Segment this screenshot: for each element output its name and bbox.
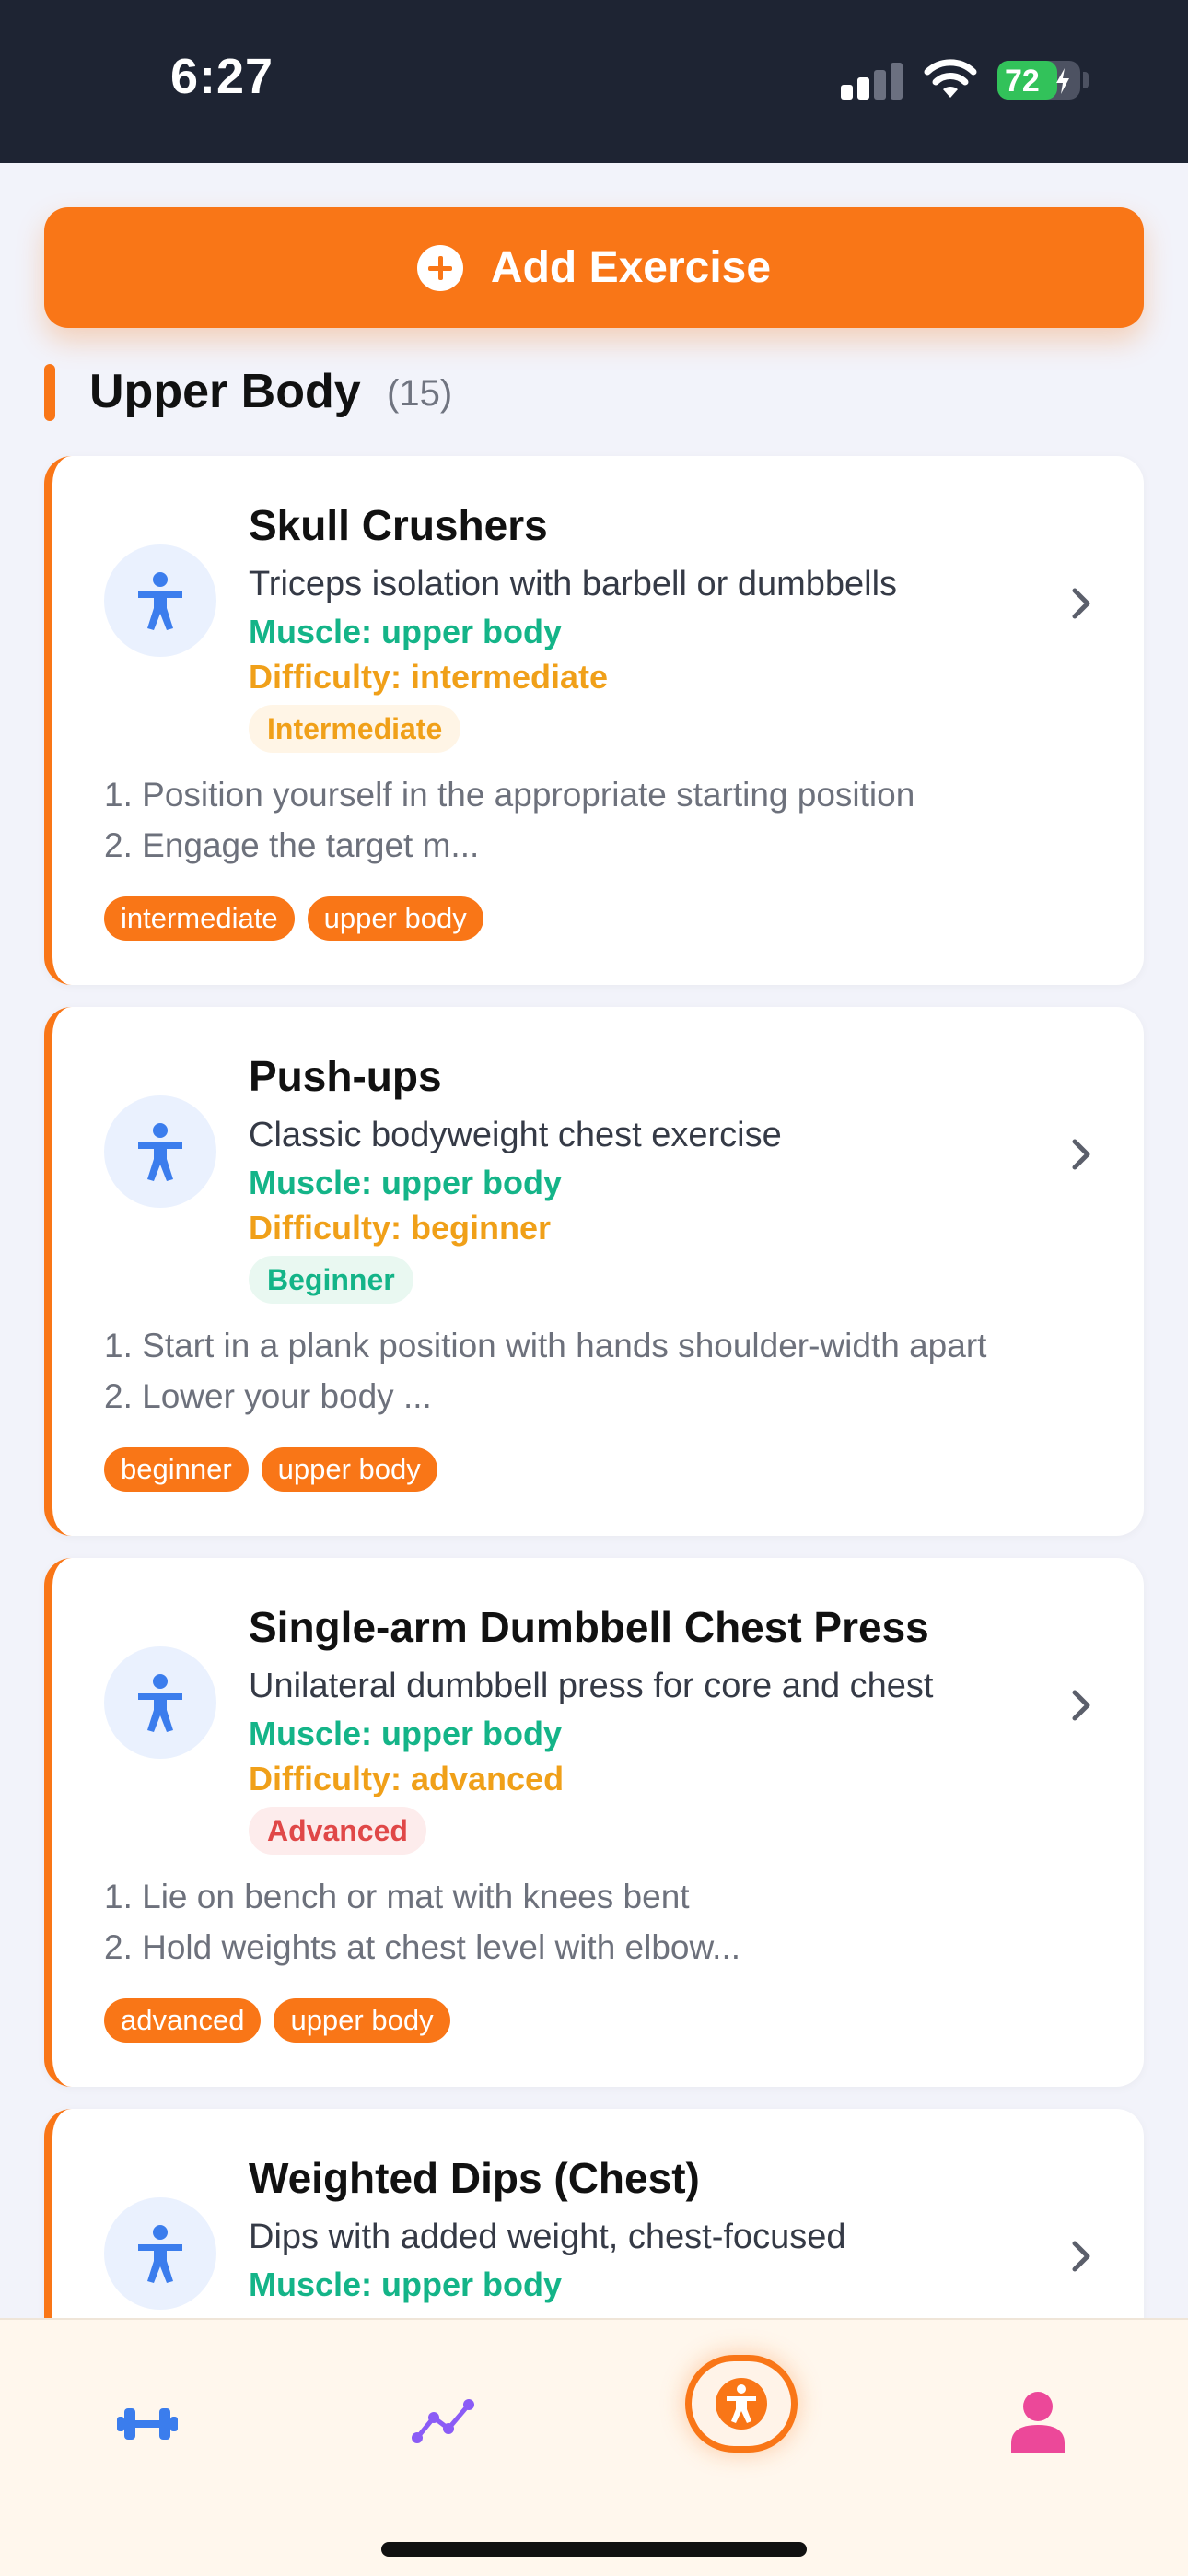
charging-bolt-icon (1056, 68, 1069, 94)
tag-chip[interactable]: intermediate (104, 896, 295, 941)
exercise-card[interactable]: Skull Crushers Triceps isolation with bar… (44, 456, 1144, 985)
battery-percent: 72 (1005, 64, 1040, 99)
tag-chip[interactable]: upper body (307, 896, 483, 941)
exercise-muscle: Muscle: upper body (249, 1715, 563, 1752)
battery-icon: 72 (997, 61, 1080, 100)
exercise-step: 1. Position yourself in the appropriate … (104, 776, 915, 814)
exercise-steps: 1. Position yourself in the appropriate … (104, 769, 1126, 871)
chevron-right-icon[interactable] (1067, 1687, 1095, 1724)
accessibility-person-icon (716, 2378, 767, 2430)
chevron-right-icon[interactable] (1067, 1136, 1095, 1173)
cellular-signal-icon (841, 63, 905, 100)
exercise-steps: 1. Start in a plank position with hands … (104, 1320, 1126, 1422)
exercise-muscle: Muscle: upper body (249, 1164, 563, 1201)
bottom-nav (0, 2318, 1188, 2576)
plus-circle-icon (416, 244, 463, 291)
dumbbell-icon[interactable] (115, 2401, 180, 2447)
add-exercise-label: Add Exercise (490, 243, 772, 292)
exercise-step: 2. Lower your body ... (104, 1377, 432, 1415)
exercise-person-icon (104, 544, 216, 657)
exercise-difficulty: Difficulty: advanced (249, 1760, 565, 1797)
exercise-description: Unilateral dumbbell press for core and c… (249, 1667, 934, 1705)
profile-icon[interactable] (1009, 2390, 1066, 2453)
exercise-title: Weighted Dips (Chest) (249, 2154, 700, 2202)
exercise-person-icon (104, 2197, 216, 2310)
exercise-description: Triceps isolation with barbell or dumbbe… (249, 565, 898, 603)
difficulty-badge: Beginner (249, 1256, 413, 1304)
exercise-person-icon (104, 1646, 216, 1759)
exercise-step: 2. Hold weights at chest level with elbo… (104, 1928, 741, 1966)
exercise-difficulty: Difficulty: beginner (249, 1209, 552, 1247)
exercise-step: 1. Lie on bench or mat with knees bent (104, 1878, 690, 1915)
difficulty-badge: Intermediate (249, 705, 461, 753)
exercise-step: 1. Start in a plank position with hands … (104, 1327, 987, 1364)
status-time: 6:27 (170, 49, 274, 104)
exercise-title: Single-arm Dumbbell Chest Press (249, 1603, 929, 1651)
exercise-tags: intermediate upper body (104, 896, 483, 941)
section-title: Upper Body (89, 365, 361, 418)
exercise-step: 2. Engage the target m... (104, 826, 480, 864)
exercise-tags: beginner upper body (104, 1447, 437, 1492)
exercise-steps: 1. Lie on bench or mat with knees bent 2.… (104, 1871, 1126, 1973)
wifi-icon (924, 59, 977, 98)
exercise-tags: advanced upper body (104, 1998, 450, 2043)
tag-chip[interactable]: beginner (104, 1447, 249, 1492)
exercise-description: Dips with added weight, chest-focused (249, 2218, 846, 2256)
tag-chip[interactable]: advanced (104, 1998, 262, 2043)
chevron-right-icon[interactable] (1067, 585, 1095, 622)
tag-chip[interactable]: upper body (274, 1998, 450, 2043)
exercise-title: Push-ups (249, 1052, 442, 1100)
trend-chart-icon[interactable] (412, 2394, 476, 2451)
home-indicator (381, 2542, 807, 2557)
tag-chip[interactable]: upper body (261, 1447, 437, 1492)
exercise-title: Skull Crushers (249, 501, 548, 549)
section-count: (15) (387, 373, 453, 414)
chevron-right-icon[interactable] (1067, 2238, 1095, 2275)
exercise-difficulty: Difficulty: intermediate (249, 658, 609, 696)
battery-cap (1083, 72, 1089, 88)
add-exercise-button[interactable]: Add Exercise (44, 207, 1144, 328)
section-accent-bar (44, 364, 55, 421)
exercise-muscle: Muscle: upper body (249, 2266, 563, 2303)
exercise-description: Classic bodyweight chest exercise (249, 1116, 782, 1154)
exercise-card[interactable]: Single-arm Dumbbell Chest Press Unilatera… (44, 1558, 1144, 2087)
nav-exercises-button[interactable] (685, 2355, 798, 2453)
status-bar: 6:27 72 (0, 0, 1188, 163)
exercise-card[interactable]: Push-ups Classic bodyweight chest exercis… (44, 1007, 1144, 1536)
exercise-muscle: Muscle: upper body (249, 613, 563, 650)
exercise-person-icon (104, 1095, 216, 1208)
difficulty-badge: Advanced (249, 1807, 426, 1855)
